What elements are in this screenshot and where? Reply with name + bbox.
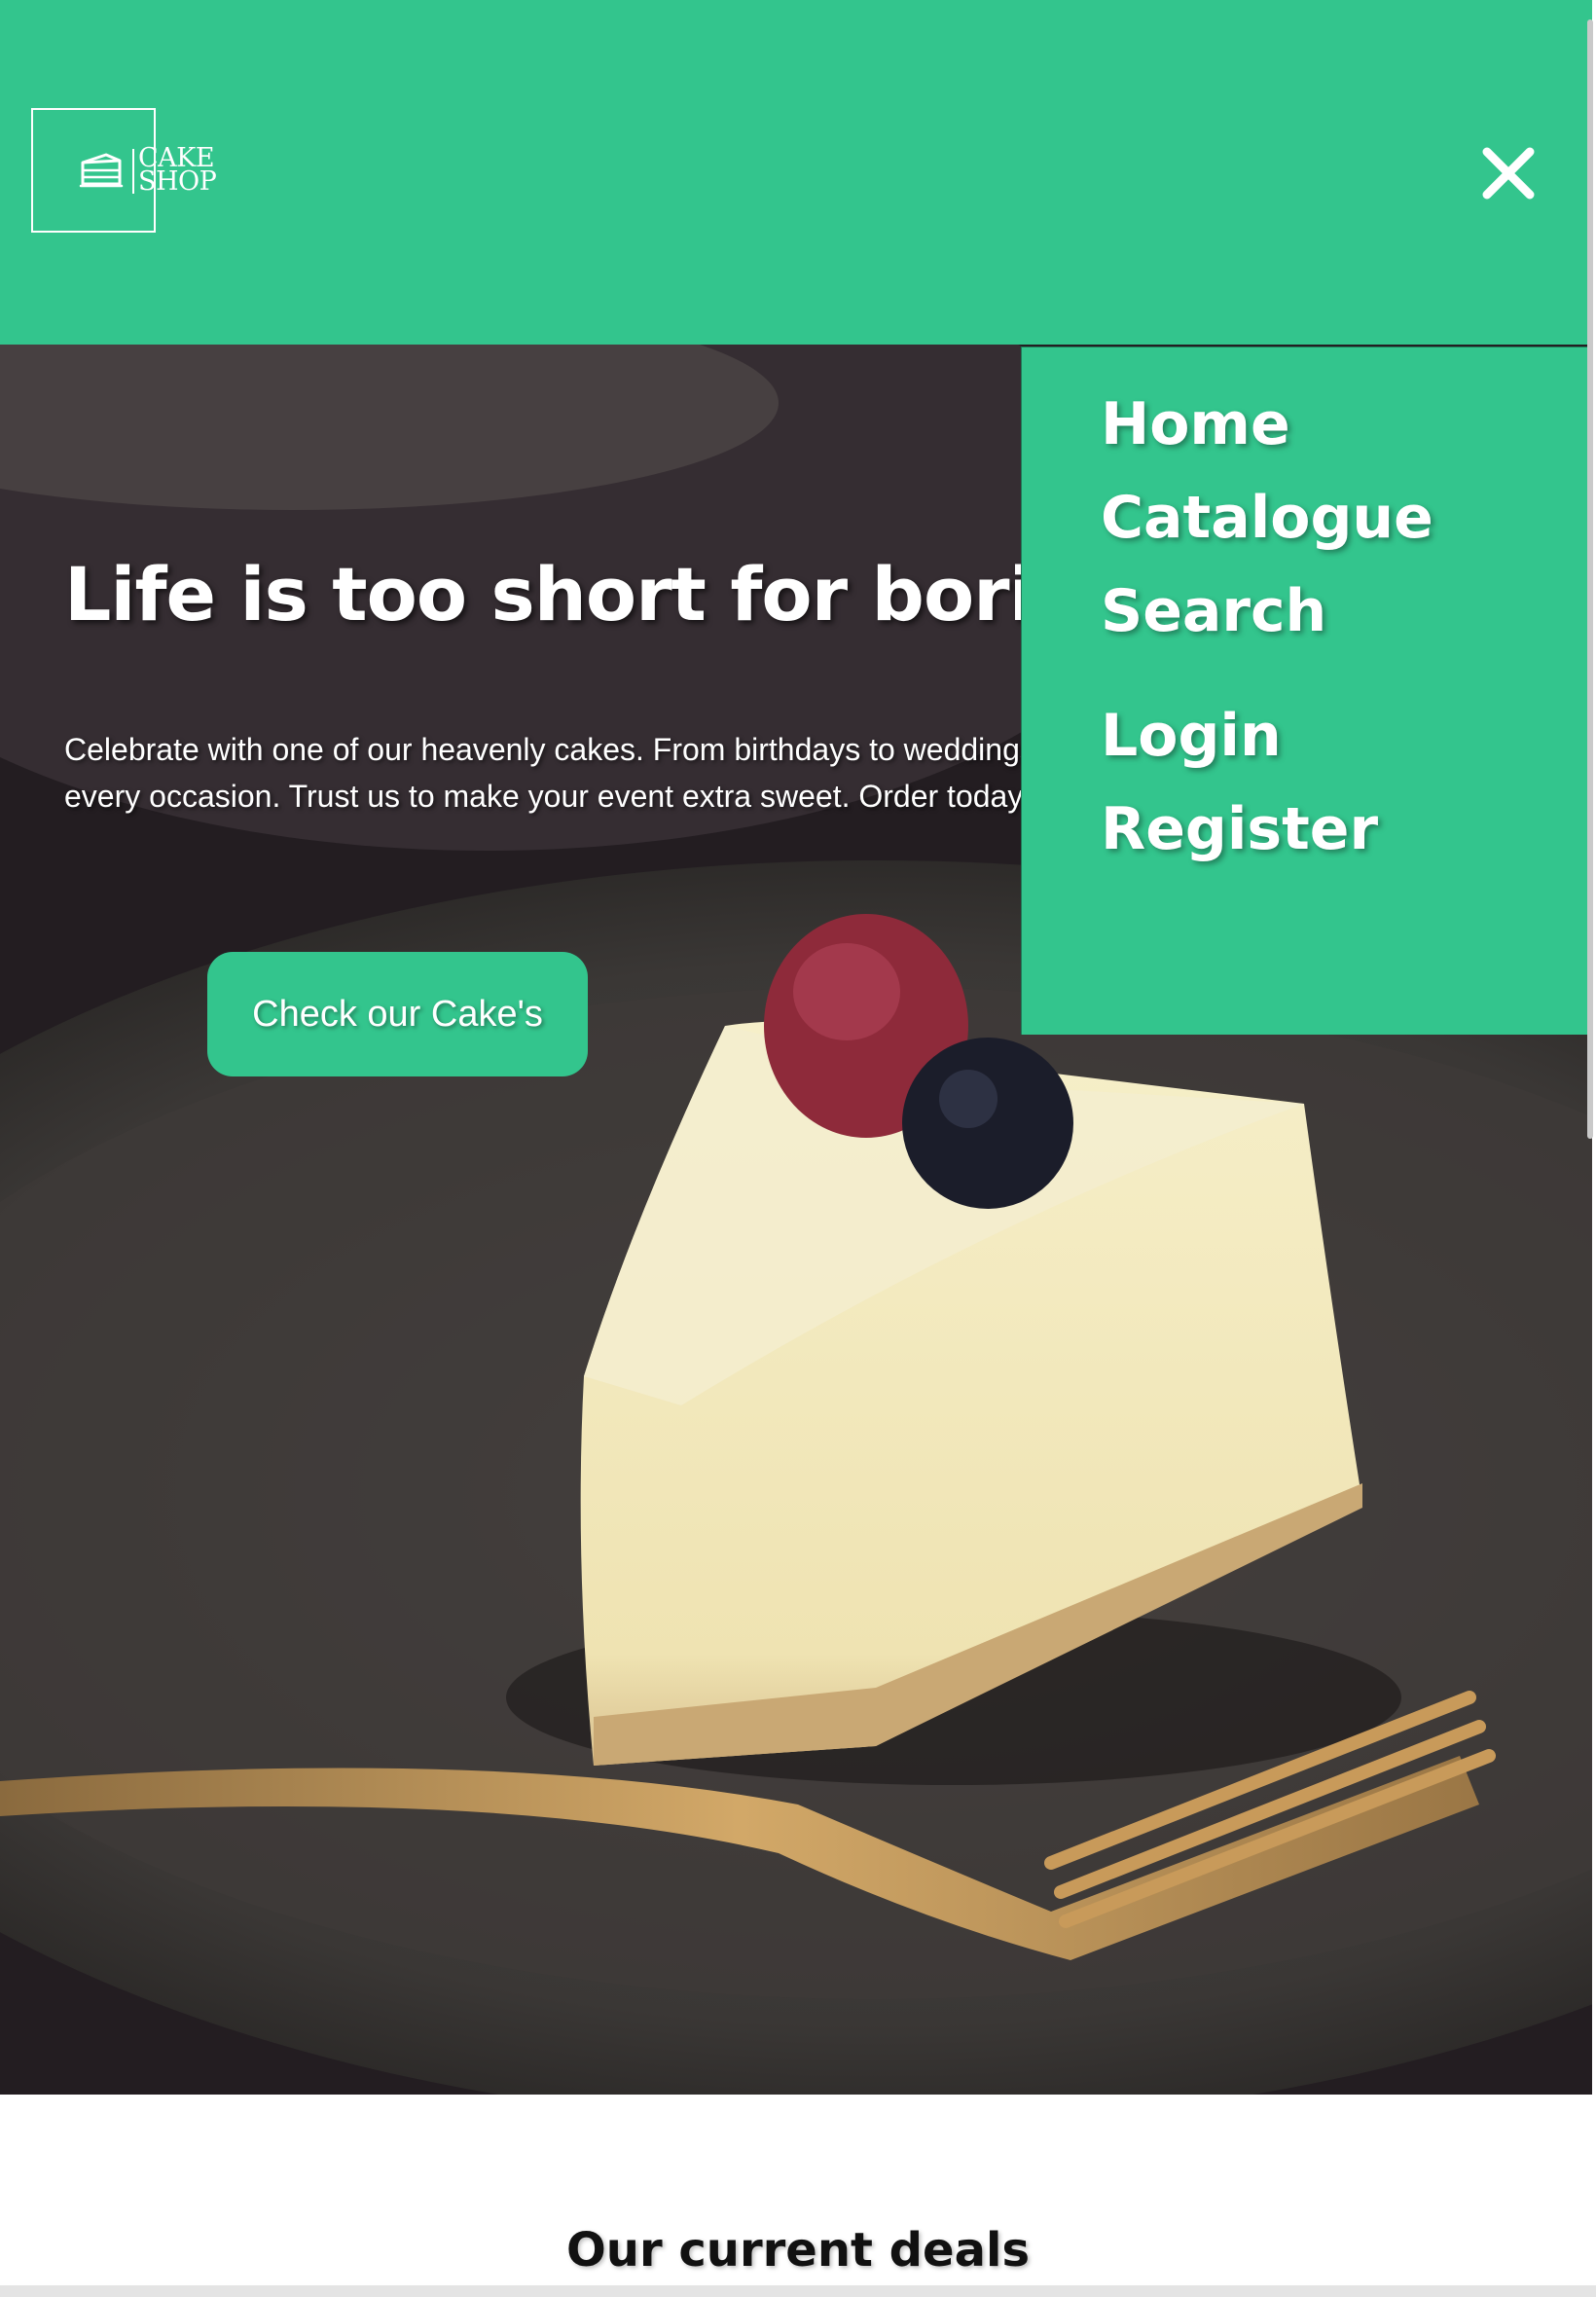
nav-item-register[interactable]: Register [1101,795,1378,863]
logo-divider [132,149,134,194]
nav-menu: Home Catalogue Search Login Register [1021,346,1591,1035]
nav-item-catalogue[interactable]: Catalogue [1101,484,1433,552]
logo-text-line2: SHOP [138,166,217,197]
deals-title: Our current deals [565,2223,1031,2278]
close-menu-button[interactable] [1479,144,1538,202]
check-cakes-button[interactable]: Check our Cake's [207,952,588,1076]
logo-text: CAKE SHOP [138,145,217,197]
nav-item-login[interactable]: Login [1101,702,1282,770]
scrollbar[interactable] [1587,19,1593,1139]
page: CAKE SHOP Life is too short for boring c… [0,0,1596,2297]
cake-icon [79,153,124,188]
nav-item-home[interactable]: Home [1101,390,1290,458]
site-header: CAKE SHOP [0,0,1592,345]
logo[interactable]: CAKE SHOP [31,108,217,233]
nav-item-search[interactable]: Search [1101,577,1326,645]
close-icon [1482,147,1535,200]
bottom-divider [0,2285,1596,2297]
